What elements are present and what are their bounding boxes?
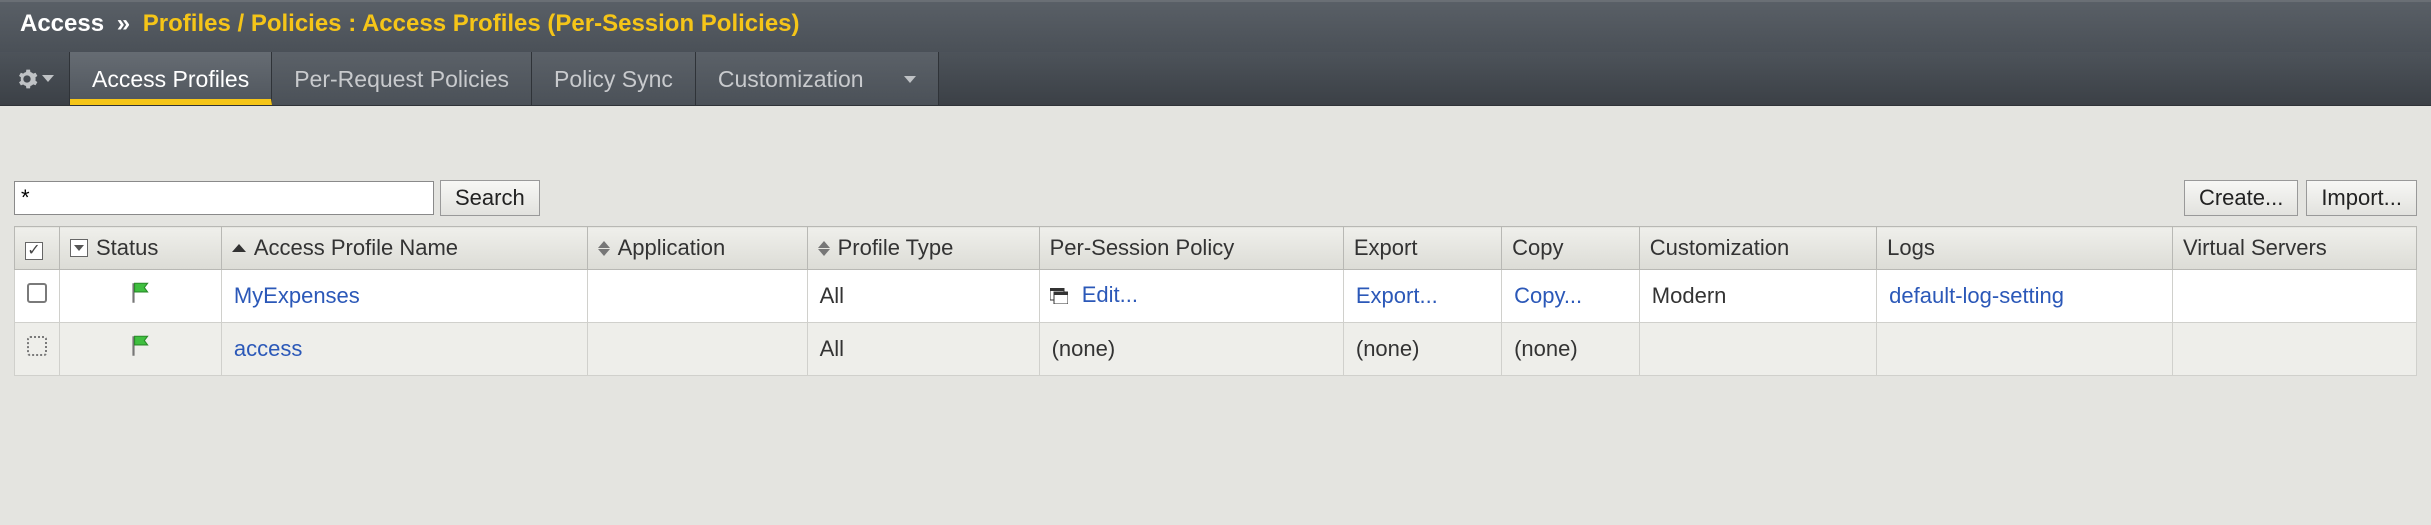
col-label: Profile Type (838, 235, 954, 261)
sort-asc-icon (232, 244, 246, 252)
col-customization[interactable]: Customization (1639, 227, 1876, 270)
sort-icon (818, 241, 830, 256)
chevron-down-icon (42, 75, 54, 82)
tab-label: Per-Request Policies (294, 66, 509, 93)
col-label: Status (96, 235, 158, 261)
col-virtual-servers[interactable]: Virtual Servers (2172, 227, 2416, 270)
col-profile-type[interactable]: Profile Type (807, 227, 1039, 270)
breadcrumb-separator: » (117, 10, 130, 37)
tab-label: Customization (718, 66, 864, 93)
export-link[interactable]: Export... (1356, 283, 1438, 308)
tab-label: Access Profiles (92, 66, 249, 93)
col-label: Access Profile Name (254, 235, 458, 261)
profile-type-cell: All (820, 283, 844, 308)
toolbar: Search Create... Import... (0, 106, 2431, 226)
export-cell: (none) (1356, 336, 1420, 361)
row-checkbox-disabled (27, 336, 47, 356)
edit-link[interactable]: Edit... (1082, 282, 1138, 307)
top-bar: Access » Profiles / Policies : Access Pr… (0, 0, 2431, 106)
tabs-row: Access Profiles Per-Request Policies Pol… (0, 52, 2431, 105)
customization-cell: Modern (1652, 283, 1727, 308)
logs-link[interactable]: default-log-setting (1889, 283, 2064, 308)
tab-label: Policy Sync (554, 66, 673, 93)
row-checkbox[interactable] (27, 283, 47, 303)
sort-icon (598, 241, 610, 256)
checkbox-icon (25, 242, 43, 260)
col-name[interactable]: Access Profile Name (221, 227, 587, 270)
col-label: Copy (1512, 235, 1563, 260)
profiles-table: Status Access Profile Name Application P… (14, 226, 2417, 376)
col-label: Application (618, 235, 726, 261)
gear-icon (16, 68, 38, 90)
tab-policy-sync[interactable]: Policy Sync (532, 52, 696, 105)
col-label: Customization (1650, 235, 1789, 260)
create-button[interactable]: Create... (2184, 180, 2298, 216)
flag-icon (127, 280, 153, 312)
window-icon (1050, 284, 1068, 310)
table-row: access All (none) (none) (none) (15, 323, 2417, 376)
header-row: Status Access Profile Name Application P… (15, 227, 2417, 270)
col-label: Virtual Servers (2183, 235, 2327, 260)
col-copy[interactable]: Copy (1502, 227, 1640, 270)
chevron-down-icon (904, 76, 916, 83)
flag-icon (127, 333, 153, 365)
breadcrumb-path: Profiles / Policies : Access Profiles (P… (143, 10, 800, 37)
copy-link[interactable]: Copy... (1514, 283, 1582, 308)
tab-per-request-policies[interactable]: Per-Request Policies (272, 52, 532, 105)
profile-type-cell: All (820, 336, 844, 361)
search-input[interactable] (14, 181, 434, 215)
col-label: Per-Session Policy (1050, 235, 1235, 260)
col-logs[interactable]: Logs (1877, 227, 2173, 270)
breadcrumb: Access » Profiles / Policies : Access Pr… (0, 2, 2431, 52)
col-checkbox[interactable] (15, 227, 60, 270)
tab-access-profiles[interactable]: Access Profiles (70, 52, 272, 105)
profile-name-link[interactable]: access (234, 336, 302, 361)
tab-customization[interactable]: Customization (696, 52, 939, 105)
table-row: MyExpenses All Edit... Export... Copy...… (15, 270, 2417, 323)
profile-name-link[interactable]: MyExpenses (234, 283, 360, 308)
import-button[interactable]: Import... (2306, 180, 2417, 216)
col-export[interactable]: Export (1343, 227, 1501, 270)
col-per-session[interactable]: Per-Session Policy (1039, 227, 1343, 270)
copy-cell: (none) (1514, 336, 1578, 361)
col-label: Export (1354, 235, 1418, 260)
filter-dropdown-icon (70, 239, 88, 257)
col-label: Logs (1887, 235, 1935, 260)
breadcrumb-section: Access (20, 10, 104, 37)
per-session-cell: (none) (1052, 336, 1116, 361)
per-session-cell-highlighted: Edit... (1039, 270, 1343, 323)
gear-menu[interactable] (0, 52, 70, 105)
search-button[interactable]: Search (440, 180, 540, 216)
col-application[interactable]: Application (587, 227, 807, 270)
col-status[interactable]: Status (60, 227, 222, 270)
